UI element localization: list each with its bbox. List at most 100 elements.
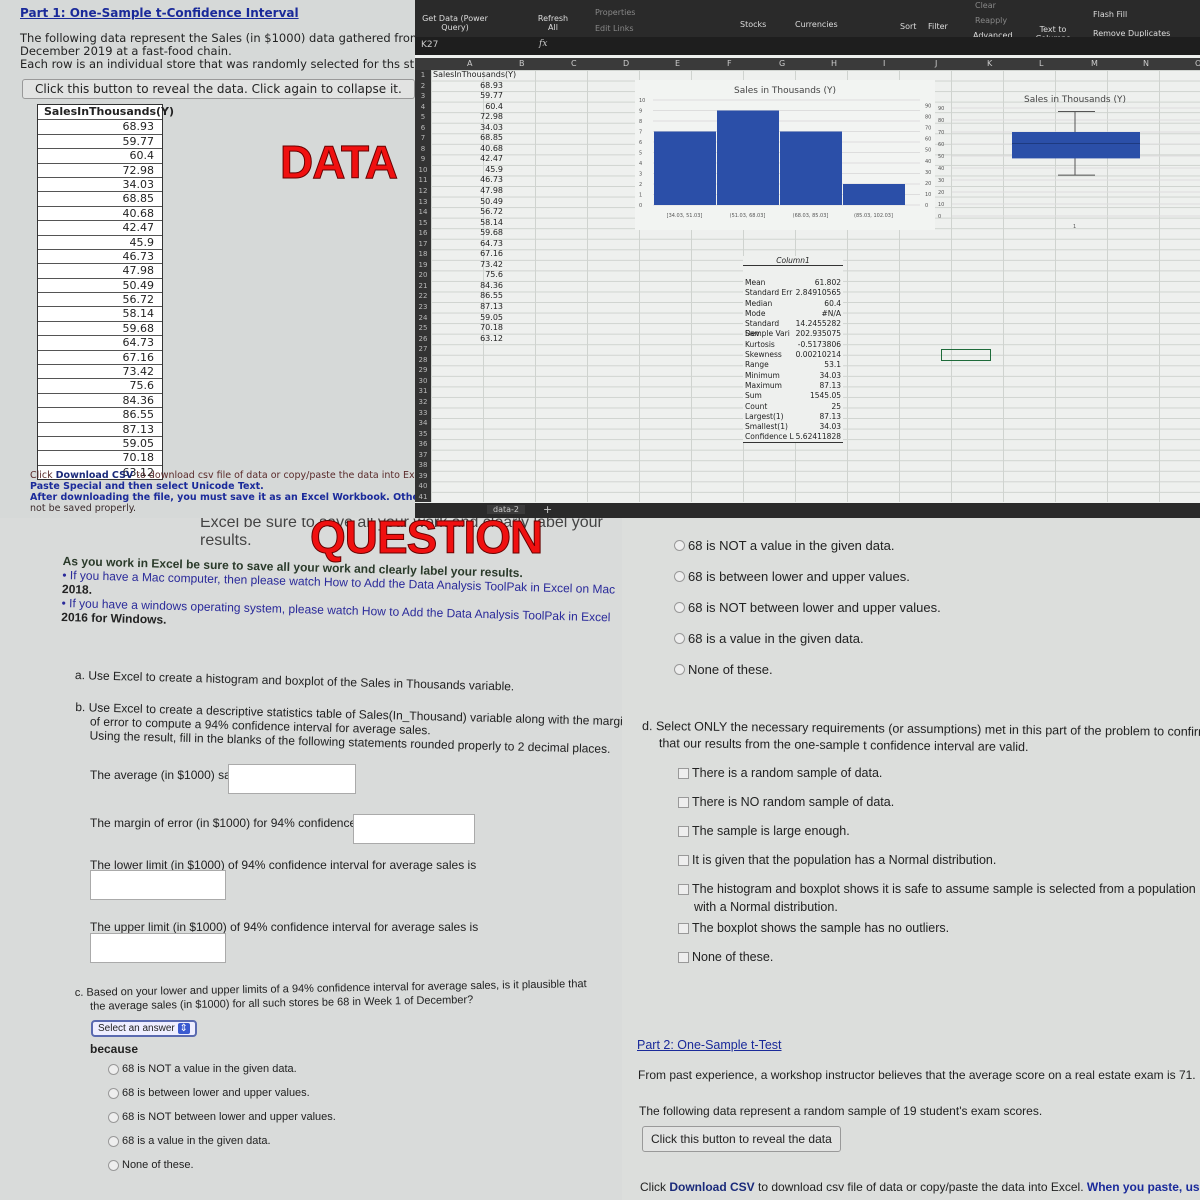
row-number[interactable]: 22	[415, 291, 431, 302]
flash-fill-button[interactable]: Flash Fill	[1093, 10, 1127, 19]
radio-button[interactable]	[674, 540, 685, 551]
row-number[interactable]: 16	[415, 228, 431, 239]
checkbox-option[interactable]: The histogram and boxplot shows it is sa…	[678, 882, 1196, 896]
row-number[interactable]: 37	[415, 450, 431, 461]
radio-option[interactable]: 68 is NOT between lower and upper values…	[674, 600, 941, 615]
name-box[interactable]: K27	[421, 40, 438, 50]
row-number[interactable]: 5	[415, 112, 431, 123]
row-number[interactable]: 34	[415, 418, 431, 429]
row-number[interactable]: 8	[415, 144, 431, 155]
reveal-data-button-part2[interactable]: Click this button to reveal the data	[642, 1126, 841, 1152]
row-number[interactable]: 36	[415, 439, 431, 450]
row-number[interactable]: 20	[415, 270, 431, 281]
checkbox[interactable]	[678, 922, 689, 934]
column-header-L[interactable]: L	[1039, 59, 1043, 68]
checkbox[interactable]	[678, 796, 689, 808]
checkbox-option[interactable]: The sample is large enough.	[678, 824, 850, 838]
row-number[interactable]: 27	[415, 344, 431, 355]
filter-button[interactable]: Filter	[928, 22, 948, 31]
edit-links-button[interactable]: Edit Links	[595, 24, 634, 33]
row-number[interactable]: 26	[415, 334, 431, 345]
row-number[interactable]: 15	[415, 218, 431, 229]
row-number[interactable]: 39	[415, 471, 431, 482]
row-number[interactable]: 7	[415, 133, 431, 144]
row-number[interactable]: 41	[415, 492, 431, 503]
row-number[interactable]: 10	[415, 165, 431, 176]
checkbox[interactable]	[678, 767, 689, 779]
row-number[interactable]: 17	[415, 239, 431, 250]
row-number[interactable]: 35	[415, 429, 431, 440]
average-input[interactable]	[228, 764, 356, 794]
radio-option[interactable]: None of these.	[108, 1159, 194, 1171]
row-number[interactable]: 1	[415, 70, 431, 81]
radio-button[interactable]	[674, 633, 685, 644]
row-number[interactable]: 31	[415, 386, 431, 397]
histogram-chart[interactable]: Sales in Thousands (Y)012345678910010203…	[635, 80, 935, 230]
margin-of-error-input[interactable]	[353, 814, 475, 844]
column-header-M[interactable]: M	[1091, 59, 1098, 68]
column-header-D[interactable]: D	[623, 59, 629, 68]
reveal-data-button[interactable]: Click this button to reveal the data. Cl…	[22, 79, 415, 99]
checkbox[interactable]	[678, 883, 689, 895]
radio-button[interactable]	[108, 1087, 119, 1099]
lower-limit-input[interactable]	[90, 870, 226, 900]
radio-option[interactable]: None of these.	[674, 662, 773, 677]
column-header-A[interactable]: A	[467, 59, 472, 68]
radio-button[interactable]	[108, 1111, 119, 1123]
row-number[interactable]: 30	[415, 376, 431, 387]
checkbox-option[interactable]: None of these.	[678, 950, 773, 964]
column-header-H[interactable]: H	[831, 59, 837, 68]
radio-button[interactable]	[108, 1159, 119, 1171]
checkbox[interactable]	[678, 854, 689, 866]
row-number[interactable]: 3	[415, 91, 431, 102]
stocks-button[interactable]: Stocks	[740, 20, 766, 29]
sort-button[interactable]: Sort	[900, 22, 916, 31]
download-csv-link[interactable]: Download CSV	[56, 470, 134, 481]
radio-option[interactable]: 68 is a value in the given data.	[108, 1135, 271, 1147]
reapply-button[interactable]: Reapply	[975, 16, 1007, 25]
radio-button[interactable]	[674, 571, 685, 582]
part2-title[interactable]: Part 2: One-Sample t-Test	[637, 1038, 782, 1052]
column-header-B[interactable]: B	[519, 59, 525, 68]
row-number[interactable]: 25	[415, 323, 431, 334]
clear-button[interactable]: Clear	[975, 1, 996, 10]
row-number[interactable]: 33	[415, 408, 431, 419]
row-number[interactable]: 21	[415, 281, 431, 292]
properties-button[interactable]: Properties	[595, 8, 635, 17]
radio-option[interactable]: 68 is NOT a value in the given data.	[674, 538, 894, 553]
row-number[interactable]: 18	[415, 249, 431, 260]
radio-option[interactable]: 68 is a value in the given data.	[674, 631, 864, 646]
get-data-button[interactable]: Get Data (Power Query)	[420, 14, 490, 32]
currencies-button[interactable]: Currencies	[795, 20, 838, 29]
checkbox-option[interactable]: It is given that the population has a No…	[678, 853, 996, 867]
column-header-G[interactable]: G	[779, 59, 785, 68]
row-number[interactable]: 14	[415, 207, 431, 218]
row-number[interactable]: 19	[415, 260, 431, 271]
radio-option[interactable]: 68 is NOT between lower and upper values…	[108, 1111, 336, 1123]
radio-button[interactable]	[674, 664, 685, 675]
row-number[interactable]: 38	[415, 460, 431, 471]
row-number[interactable]: 40	[415, 481, 431, 492]
add-sheet-button[interactable]: +	[543, 503, 552, 516]
column-header-I[interactable]: I	[883, 59, 885, 68]
checkbox[interactable]	[678, 825, 689, 837]
column-header-C[interactable]: C	[571, 59, 577, 68]
refresh-all-button[interactable]: Refresh All	[533, 14, 573, 32]
download-csv-link[interactable]: Download CSV	[669, 1180, 754, 1194]
radio-button[interactable]	[108, 1135, 119, 1147]
column-header-J[interactable]: J	[935, 59, 937, 68]
radio-button[interactable]	[674, 602, 685, 613]
column-header-F[interactable]: F	[727, 59, 732, 68]
boxplot-chart[interactable]: Sales in Thousands (Y) 0 10 20 30 40 50 60 70 80 9…	[930, 85, 1200, 235]
radio-button[interactable]	[108, 1063, 119, 1075]
checkbox-option[interactable]: The boxplot shows the sample has no outl…	[678, 921, 949, 935]
row-number[interactable]: 29	[415, 365, 431, 376]
row-number[interactable]: 4	[415, 102, 431, 113]
radio-option[interactable]: 68 is between lower and upper values.	[674, 569, 910, 584]
row-number[interactable]: 6	[415, 123, 431, 134]
plausible-select[interactable]: Select an answer ⇕	[91, 1020, 197, 1037]
checkbox-option[interactable]: There is a random sample of data.	[678, 766, 882, 780]
row-number[interactable]: 24	[415, 313, 431, 324]
row-number[interactable]: 2	[415, 81, 431, 92]
column-header-E[interactable]: E	[675, 59, 680, 68]
